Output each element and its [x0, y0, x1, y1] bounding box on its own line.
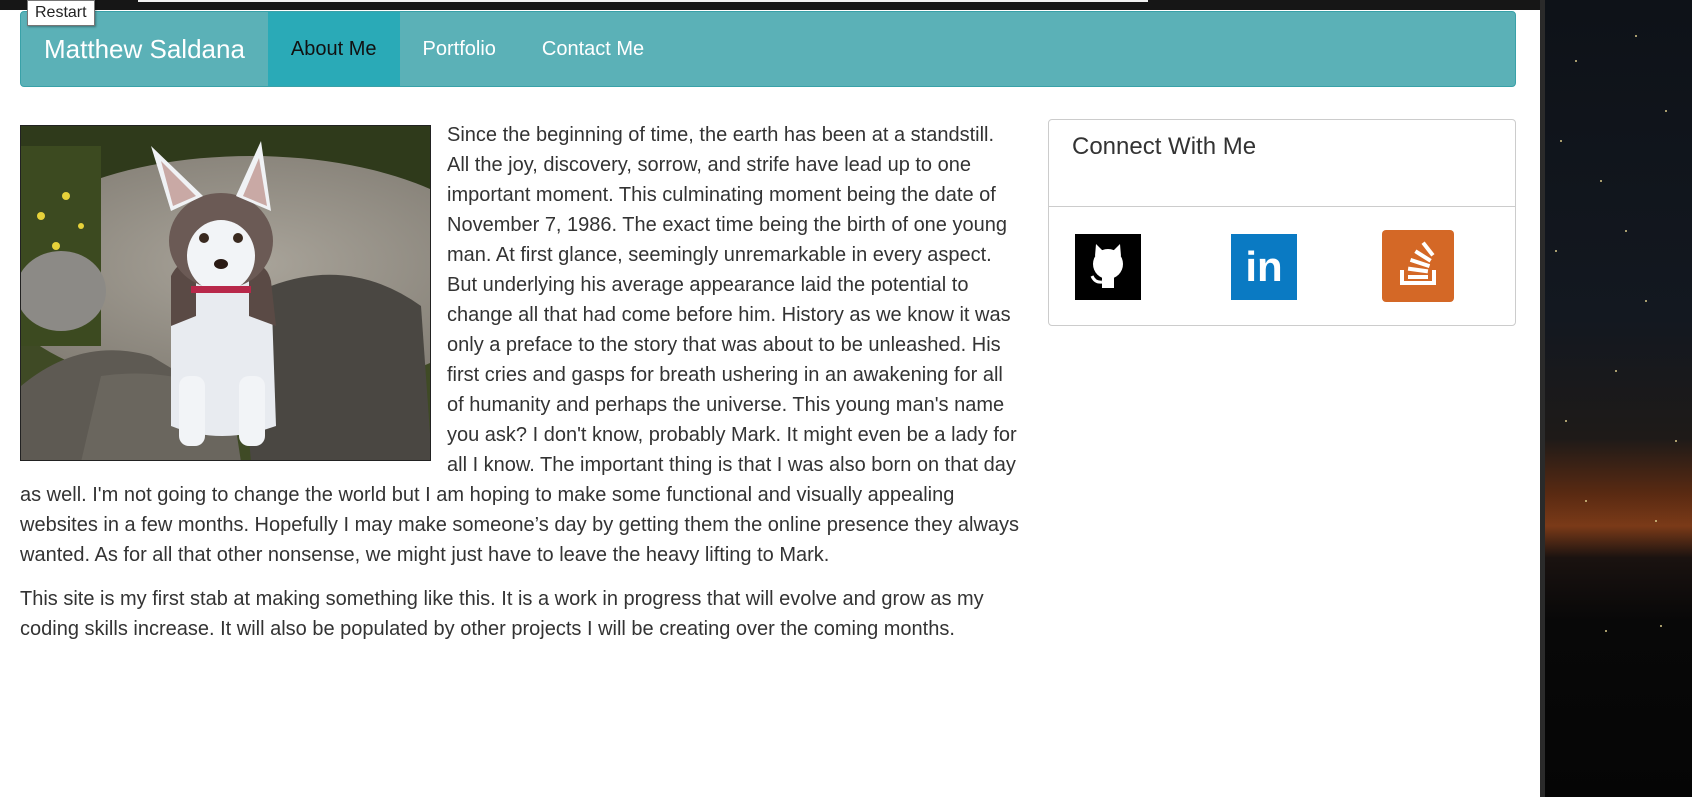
linkedin-icon: in — [1245, 243, 1283, 290]
browser-top-strip — [0, 0, 1540, 10]
stackoverflow-link[interactable] — [1382, 230, 1454, 302]
linkedin-link[interactable]: in — [1231, 234, 1297, 300]
github-link[interactable] — [1075, 234, 1141, 300]
connect-panel: Connect With Me in — [1048, 119, 1516, 326]
navbar: Matthew Saldana About Me Portfolio Conta… — [20, 11, 1516, 87]
stackoverflow-icon — [1382, 241, 1454, 306]
about-paragraph-2: This site is my first stab at making som… — [20, 588, 984, 640]
connect-panel-heading: Connect With Me — [1049, 120, 1515, 207]
desktop-background — [1540, 0, 1692, 797]
husky-puppy-photo — [20, 125, 431, 461]
nav-portfolio[interactable]: Portfolio — [400, 12, 519, 86]
about-content: Since the beginning of time, the earth h… — [20, 120, 1020, 658]
github-icon — [1075, 244, 1141, 304]
address-bar-edge — [138, 0, 1148, 2]
nav-about-me[interactable]: About Me — [267, 12, 400, 86]
connect-panel-body: in — [1049, 207, 1515, 325]
nav-contact-me[interactable]: Contact Me — [519, 12, 667, 86]
restart-tooltip: Restart — [27, 0, 95, 26]
